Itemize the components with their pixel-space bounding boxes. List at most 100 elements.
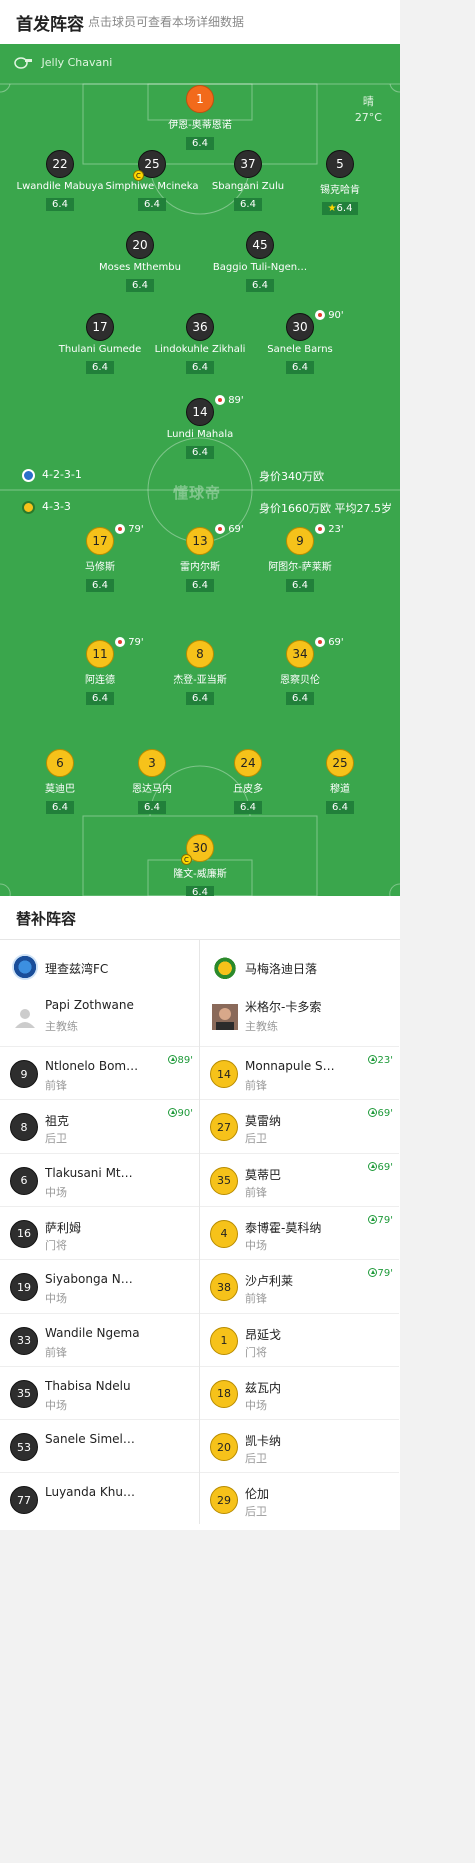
lineup-title: 首发阵容 [16, 15, 84, 35]
home-sub-row[interactable]: 19 Siyabonga N… 中场 [0, 1259, 199, 1312]
player-number: 24 [234, 749, 262, 777]
home-sub-row[interactable]: 16 萨利姆 门将 [0, 1205, 199, 1259]
home-sub-row[interactable]: 53 Sanele Simel… [0, 1419, 199, 1472]
away-sub-row[interactable]: 1 昂延戈 门将 [200, 1312, 399, 1366]
home-player[interactable]: 14 89' Lundi Mahala 6.4 [140, 395, 260, 459]
sub-name: 沙卢利莱 [245, 1274, 294, 1289]
away-sub-row[interactable]: 20 凯卡纳 后卫 [200, 1419, 399, 1472]
sub-off-tag: 90' [315, 310, 344, 321]
sub-number: 9 [10, 1060, 38, 1088]
away-sub-row[interactable]: 14 Monnapule S… 前锋 23' [200, 1046, 399, 1099]
sub-position: 前锋 [45, 1079, 67, 1092]
away-sub-row[interactable]: 35 莫蒂巴 前锋 69' [200, 1152, 399, 1206]
away-sub-row[interactable]: 4 泰博霍-莫科纳 中场 79' [200, 1205, 399, 1259]
sub-number: 6 [10, 1166, 38, 1195]
sub-on-icon [367, 1055, 377, 1064]
sub-off-tag: 23' [315, 524, 344, 535]
sub-position: 中场 [45, 1398, 67, 1412]
sub-number: 29 [210, 1486, 238, 1515]
away-player[interactable]: 25 穆道 6.4 [280, 749, 400, 814]
player-name: 阿图尔-萨莱斯 [268, 562, 332, 573]
player-number: 37 [234, 150, 262, 178]
player-number: 11 79' [86, 637, 144, 668]
sub-on-icon [367, 1268, 377, 1278]
player-name: 恩察贝伦 [280, 675, 320, 686]
sub-name: 昂延戈 [245, 1327, 282, 1342]
sub-number: 35 [210, 1166, 238, 1195]
sub-number: 38 [210, 1273, 238, 1302]
sub-number: 35 [10, 1379, 38, 1408]
player-name: 锡克哈肯 [320, 185, 360, 196]
sub-name: Thabisa Ndelu [45, 1378, 131, 1393]
player-number: 5 [326, 150, 354, 178]
subs-title: 替补阵容 [16, 910, 77, 928]
sub-on-time: 79' [367, 1214, 393, 1226]
home-player[interactable]: 45 Baggio Tuli-Ngen… 6.4 [200, 231, 320, 292]
player-rating: 6.4 [86, 692, 114, 705]
sub-name: Tlakusani Mt… [45, 1165, 133, 1180]
away-sub-row[interactable]: 18 兹瓦内 中场 [200, 1365, 399, 1419]
away-coach[interactable]: 米格尔-卡多索 主教练 [200, 994, 398, 1046]
away-player[interactable]: 30 C 隆文-威廉斯 6.4 [140, 834, 260, 896]
sub-number: 77 [10, 1486, 38, 1515]
sub-name: Luyanda Khu… [45, 1485, 136, 1500]
home-formation: 4-2-3-1 [22, 468, 82, 482]
player-rating: 6.4 [138, 801, 166, 814]
home-sub-row[interactable]: 9 Ntlonelo Bom… 前锋 89' [0, 1046, 199, 1099]
home-sub-row[interactable]: 33 Wandile Ngema 前锋 [0, 1312, 199, 1366]
player-rating: 6.4 [286, 361, 314, 374]
player-rating: 6.4 [46, 198, 74, 211]
away-coach-name: 米格尔-卡多索 [245, 1000, 322, 1014]
home-value: 身价340万欧 [259, 470, 324, 483]
away-formation: 4-3-3 [22, 500, 71, 514]
away-sub-row[interactable]: 38 沙卢利莱 前锋 79' [200, 1259, 399, 1312]
home-sub-row[interactable]: 77 Luyanda Khu… [0, 1472, 199, 1525]
player-number: 34 69' [286, 637, 344, 668]
sub-position: 中场 [245, 1398, 267, 1412]
home-team[interactable]: 理查兹湾FC [0, 940, 198, 994]
sub-name: Ntlonelo Bom… [45, 1059, 139, 1073]
sub-on-time: 69' [367, 1161, 393, 1173]
away-sub-row[interactable]: 29 伦加 后卫 [200, 1472, 399, 1525]
home-player[interactable]: 1 伊恩-奥蒂恩诺 6.4 [140, 85, 260, 150]
player-number: 14 89' [186, 395, 244, 426]
sub-on-icon [367, 1161, 377, 1171]
sub-on-icon [367, 1108, 377, 1118]
player-number: 8 [186, 640, 214, 668]
sub-number: 18 [210, 1379, 238, 1408]
away-team[interactable]: 马梅洛迪日落 [200, 940, 398, 994]
home-sub-row[interactable]: 6 Tlakusani Mt… 中场 [0, 1152, 199, 1206]
home-player[interactable]: 30 90' Sanele Barns 6.4 [240, 310, 360, 374]
home-player[interactable]: 20 Moses Mthembu 6.4 [80, 231, 200, 292]
sub-number: 53 [10, 1433, 38, 1462]
player-number: 3 [138, 749, 166, 777]
sub-position: 后卫 [245, 1132, 267, 1146]
away-sub-row[interactable]: 27 莫雷纳 后卫 69' [200, 1099, 399, 1152]
home-sub-row[interactable]: 35 Thabisa Ndelu 中场 [0, 1365, 199, 1419]
player-rating: 6.4 [186, 886, 214, 896]
sub-off-icon [215, 524, 225, 534]
sub-position: 前锋 [245, 1079, 267, 1092]
away-team-name: 马梅洛迪日落 [245, 962, 318, 976]
whistle-icon [14, 57, 32, 69]
sub-number: 27 [210, 1113, 238, 1142]
away-player[interactable]: 34 69' 恩察贝伦 6.4 [240, 637, 360, 705]
captain-badge: C [133, 170, 144, 181]
sub-name: Sanele Simel… [45, 1432, 135, 1447]
home-coach[interactable]: Papi Zothwane 主教练 [0, 994, 198, 1046]
sub-name: 萨利姆 [45, 1220, 82, 1235]
away-player[interactable]: 9 23' 阿图尔-萨莱斯 6.4 [240, 524, 360, 592]
sub-number: 8 [10, 1113, 38, 1142]
home-team-logo-icon [12, 954, 38, 980]
home-sub-row[interactable]: 8 祖克 后卫 90' [0, 1099, 199, 1152]
away-team-icon [22, 500, 35, 514]
star-icon: ★ [327, 203, 337, 214]
sub-name: 莫蒂巴 [245, 1167, 282, 1182]
home-player[interactable]: 5 锡克哈肯 ★6.4 [280, 150, 400, 215]
player-name: Sanele Barns [267, 344, 333, 355]
referee-name: Jelly Chavani [41, 56, 113, 69]
player-number: 1 [186, 85, 214, 113]
player-rating: 6.4 [286, 579, 314, 592]
sub-number: 20 [210, 1433, 238, 1462]
player-name: 隆文-威廉斯 [173, 869, 227, 880]
